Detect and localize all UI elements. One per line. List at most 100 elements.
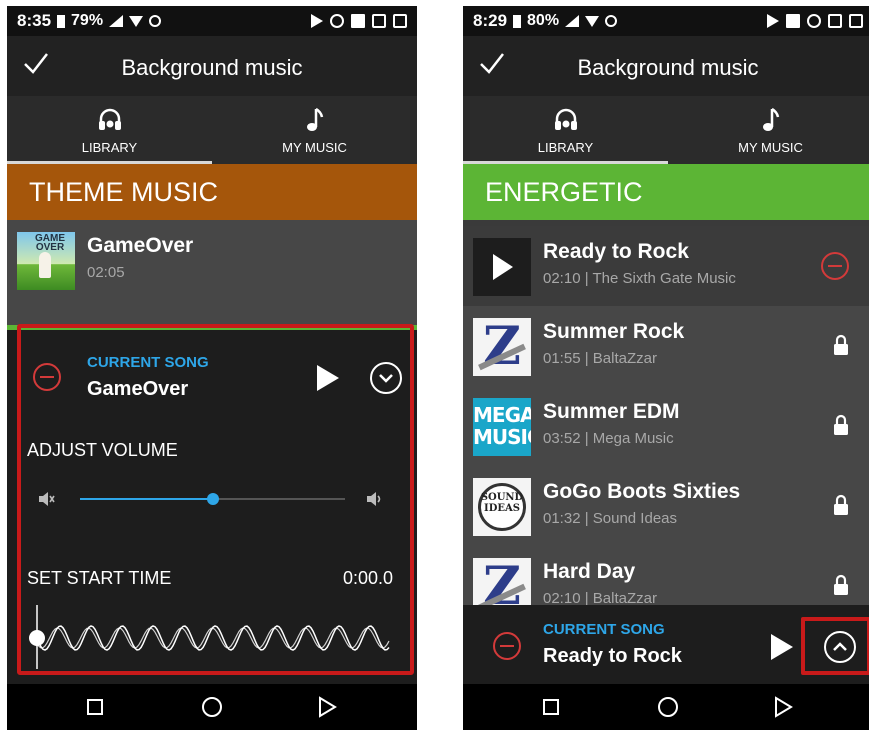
collapse-icon[interactable]	[370, 362, 402, 394]
lock-icon	[834, 334, 848, 355]
song-title: Summer Rock	[543, 320, 685, 343]
start-time-value: 0:00.0	[343, 568, 394, 588]
category-header: THEME MUSIC	[7, 164, 417, 220]
tab-my-music-label: MY MUSIC	[738, 140, 803, 155]
nav-recents-icon[interactable]	[543, 699, 559, 715]
nav-back-icon[interactable]	[773, 696, 793, 718]
notification-news-icon	[849, 14, 863, 28]
song-row[interactable]: Ready to Rock 02:10 | The Sixth Gate Mus…	[463, 226, 869, 306]
wifi-icon	[129, 15, 144, 27]
notification-image-icon	[351, 14, 365, 28]
adjust-volume-label: ADJUST VOLUME	[27, 440, 178, 460]
song-meta: 01:32 | Sound Ideas	[543, 510, 678, 527]
battery-icon	[513, 14, 522, 28]
category-header: ENERGETIC	[463, 164, 869, 220]
song-meta: 01:55 | BaltaZzar	[543, 350, 657, 367]
song-duration: 02:05	[87, 264, 125, 281]
status-bar: 8:29 80%	[463, 6, 869, 36]
song-meta: 03:52 | Mega Music	[543, 430, 674, 447]
nav-recents-icon[interactable]	[87, 699, 103, 715]
song-row[interactable]: GAME OVER GameOver 02:05	[7, 220, 417, 325]
remove-icon[interactable]	[821, 252, 849, 280]
waveform[interactable]	[27, 605, 397, 671]
lock-icon	[834, 414, 848, 435]
music-note-icon	[762, 107, 779, 131]
notification-whatsapp-icon	[807, 14, 821, 28]
remove-icon[interactable]	[493, 632, 521, 660]
song-thumbnail: MEGA MUSIC	[473, 398, 531, 456]
navigation-bar	[7, 684, 417, 730]
tab-bar: LIBRARY MY MUSIC	[463, 96, 869, 164]
mini-player: CURRENT SONG Ready to Rock	[463, 605, 869, 689]
tab-my-music-label: MY MUSIC	[282, 140, 347, 155]
music-note-icon	[306, 107, 323, 131]
volume-icon[interactable]	[365, 490, 383, 508]
thumbnail-text: GAME OVER	[35, 233, 65, 253]
song-title: GoGo Boots Sixties	[543, 480, 741, 503]
headphones-icon	[554, 108, 577, 130]
tab-library[interactable]: LIBRARY	[7, 96, 212, 164]
current-song-title: Ready to Rock	[543, 645, 682, 667]
volume-slider-fill	[80, 498, 213, 500]
page-title: Background music	[121, 55, 303, 80]
alarm-icon	[149, 15, 162, 27]
thumbnail-text: MEGA	[473, 403, 531, 427]
wifi-icon	[585, 15, 600, 27]
notification-play-icon	[767, 14, 779, 28]
remove-icon[interactable]	[33, 363, 61, 391]
headphones-icon	[98, 108, 121, 130]
tab-bar: LIBRARY MY MUSIC	[7, 96, 417, 164]
volume-slider[interactable]	[80, 493, 345, 505]
nav-home-icon[interactable]	[202, 697, 222, 717]
thumbnail-text: SOUND	[480, 492, 524, 503]
volume-slider-thumb[interactable]	[206, 493, 219, 505]
battery-icon	[57, 14, 66, 28]
nav-back-icon[interactable]	[317, 696, 337, 718]
song-title: Hard Day	[543, 560, 636, 583]
play-icon[interactable]	[771, 634, 793, 660]
tab-my-music[interactable]: MY MUSIC	[668, 96, 869, 164]
tab-library-label: LIBRARY	[537, 140, 594, 155]
status-time: 8:29	[473, 11, 508, 30]
alarm-icon	[605, 15, 618, 27]
song-row[interactable]: SOUND IDEAS GoGo Boots Sixties 01:32 | So…	[463, 466, 869, 546]
start-time-handle[interactable]	[29, 630, 45, 646]
current-song-label: CURRENT SONG	[87, 354, 209, 371]
battery-percent: 80%	[527, 12, 560, 29]
song-title: Summer EDM	[543, 400, 680, 423]
notification-image-icon	[786, 14, 800, 28]
signal-icon	[565, 15, 580, 27]
mute-icon[interactable]	[37, 490, 55, 508]
song-row[interactable]: MEGA MUSIC Summer EDM 03:52 | Mega Music	[463, 386, 869, 466]
expand-icon[interactable]	[824, 631, 856, 663]
notification-mail-icon	[372, 14, 386, 28]
current-song-panel: CURRENT SONG GameOver ADJUST VOLUME SET …	[7, 330, 417, 688]
navigation-bar	[463, 684, 869, 730]
song-row[interactable]: Z Summer Rock 01:55 | BaltaZzar	[463, 306, 869, 386]
phone-screen-left: 8:35 79% Background music LIBRARY MY MUS…	[7, 6, 417, 730]
notification-mail-icon	[828, 14, 842, 28]
song-thumbnail: Z	[473, 318, 531, 376]
tab-library[interactable]: LIBRARY	[463, 96, 668, 164]
song-title: Ready to Rock	[543, 240, 689, 263]
play-icon[interactable]	[317, 365, 339, 391]
song-thumbnail	[473, 238, 531, 296]
thumbnail-text: MUSIC	[473, 425, 531, 449]
battery-percent: 79%	[71, 12, 104, 29]
page-title: Background music	[577, 55, 759, 80]
title-bar: Background music	[7, 36, 417, 96]
lock-icon	[834, 494, 848, 515]
thumbnail-text: IDEAS	[484, 503, 520, 514]
notification-whatsapp-icon	[330, 14, 344, 28]
tab-my-music[interactable]: MY MUSIC	[212, 96, 417, 164]
nav-home-icon[interactable]	[658, 697, 678, 717]
title-bar: Background music	[463, 36, 869, 96]
song-thumbnail: SOUND IDEAS	[473, 478, 531, 536]
status-time: 8:35	[17, 11, 52, 30]
current-song-title: GameOver	[87, 378, 189, 400]
status-bar: 8:35 79%	[7, 6, 417, 36]
set-start-time-label: SET START TIME	[27, 568, 172, 588]
thumbnail-figure	[39, 252, 51, 278]
song-title: GameOver	[87, 234, 194, 257]
song-thumbnail: GAME OVER	[17, 232, 75, 290]
